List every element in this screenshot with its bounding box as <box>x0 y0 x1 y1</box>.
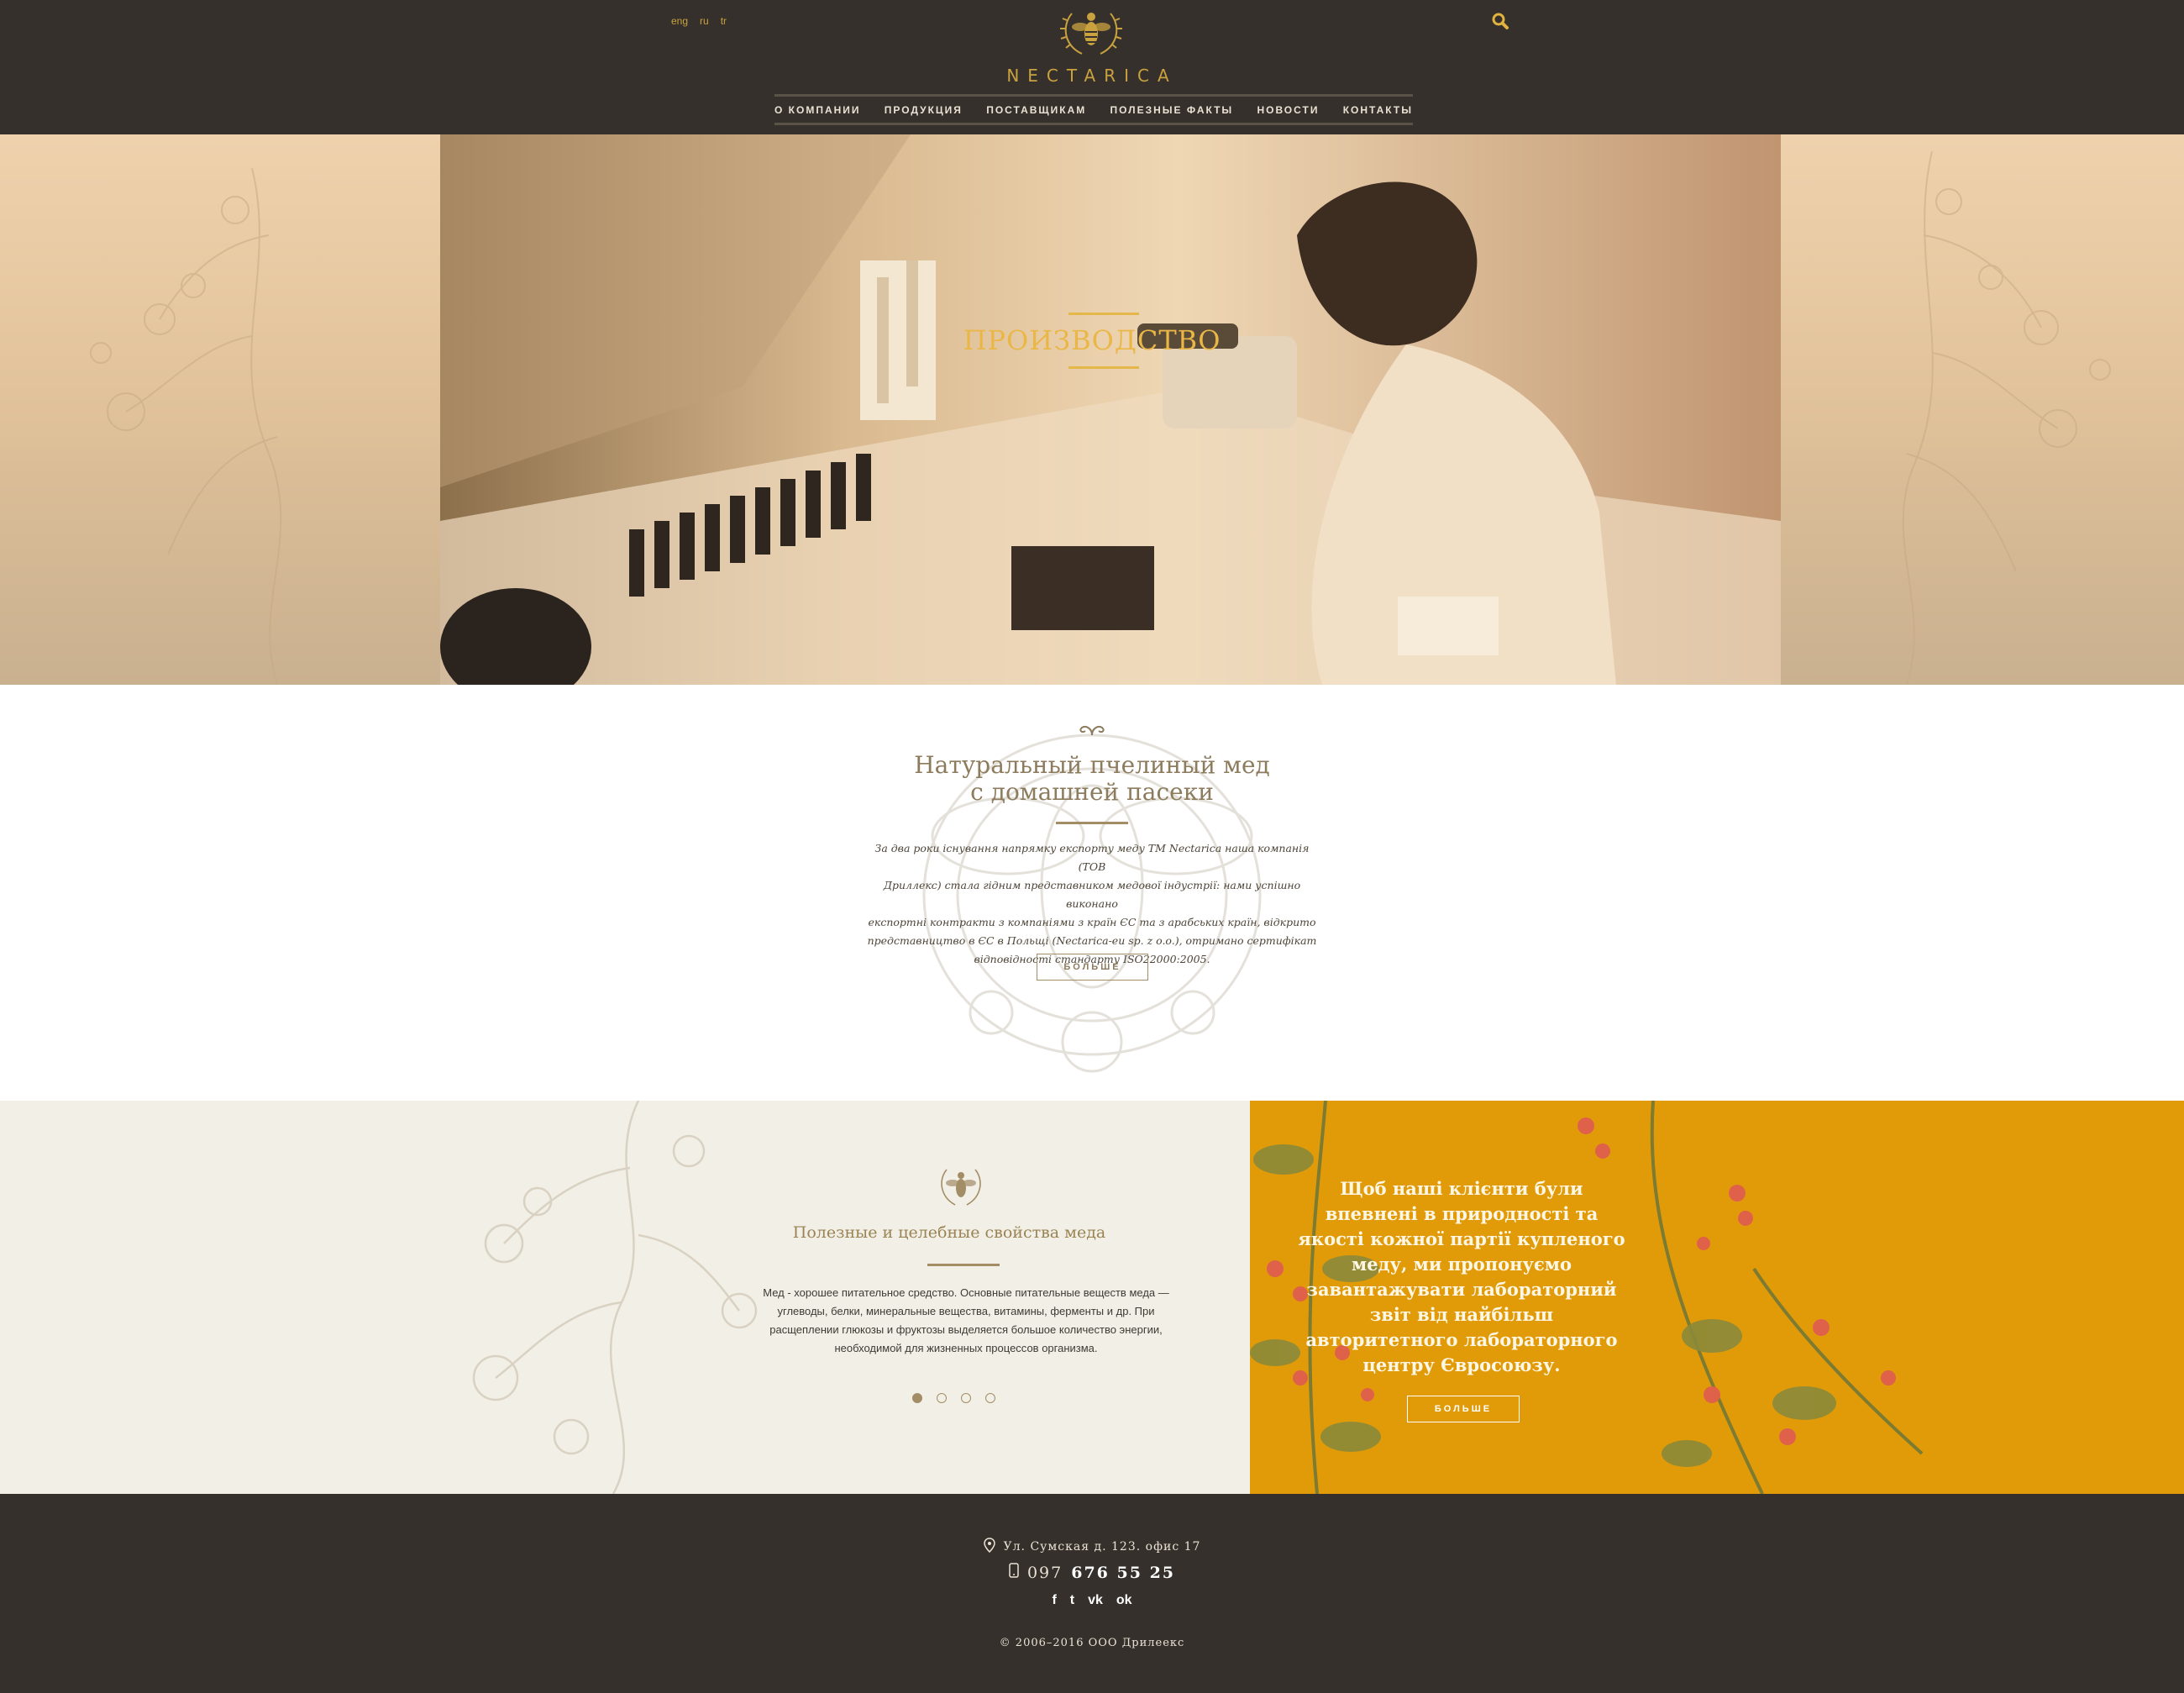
nav-item-news[interactable]: НОВОСТИ <box>1257 104 1319 116</box>
slider-dot-1[interactable] <box>912 1393 922 1403</box>
footer-phone-row: 097 676 55 25 <box>840 1563 1344 1582</box>
hero-title: ПРОИЗВОДСТВО <box>963 324 1221 356</box>
nav-divider-bottom <box>774 123 1413 125</box>
slider-dot-2[interactable] <box>937 1393 947 1403</box>
slider-dot-4[interactable] <box>985 1393 995 1403</box>
promo-text: Щоб наші клієнти були впевнені в природн… <box>1294 1176 1630 1378</box>
features-paragraph: Мед - хорошее питательное средство. Осно… <box>739 1284 1193 1358</box>
nav-item-facts[interactable]: ПОЛЕЗНЫЕ ФАКТЫ <box>1110 104 1234 116</box>
phone-icon <box>1009 1563 1019 1582</box>
footer-social-row: f t vk ok <box>840 1593 1344 1608</box>
footer-copyright: © 2006–2016 ООО Дрилеекс <box>999 1637 1185 1649</box>
intro-text-line: представництво в ЄС в Польщі (Nectarica-… <box>867 934 1317 947</box>
promo-text-line: центру Євросоюзу. <box>1362 1354 1561 1375</box>
language-switcher: eng ru tr <box>671 15 727 27</box>
bee-logo-icon[interactable] <box>1057 5 1126 60</box>
intro-title-line-1: Натуральный пчелиный мед <box>914 751 1270 779</box>
features-text-line: Мед - хорошее питательное средство. Осно… <box>763 1286 1169 1299</box>
features-section: Полезные и целебные свойства меда Мед - … <box>0 1101 1250 1494</box>
footer-copyright-row: © 2006–2016 ООО Дрилеекс <box>840 1637 1344 1649</box>
footer-phone-number[interactable]: 676 55 25 <box>1071 1564 1175 1582</box>
logo-text[interactable]: NECTARICA <box>966 66 1218 86</box>
intro-title-rule <box>1056 822 1128 824</box>
facebook-icon[interactable]: f <box>1052 1593 1056 1608</box>
intro-text-line: експортні контракти з компаніями з країн… <box>868 916 1316 928</box>
intro-section: Натуральный пчелиный мед с домашней пасе… <box>0 685 2184 1101</box>
odnoklassniki-icon[interactable]: ok <box>1116 1593 1132 1608</box>
nav-item-products[interactable]: ПРОДУКЦИЯ <box>885 104 963 116</box>
footer-address-row: Ул. Сумская д. 123. офис 17 <box>840 1538 1344 1556</box>
slider-pagination <box>912 1393 995 1403</box>
promo-text-line: меду, ми пропонуємо <box>1351 1254 1572 1275</box>
site-header: eng ru tr NECTARICA О КОМПАНИИ ПРОДУКЦИЯ… <box>0 0 2184 134</box>
vk-icon[interactable]: vk <box>1088 1593 1103 1608</box>
promo-text-line: впевнені в природності та <box>1325 1203 1599 1224</box>
footer-address: Ул. Сумская д. 123. офис 17 <box>1003 1540 1201 1554</box>
footer-phone-prefix: 097 <box>1026 1563 1063 1582</box>
main-nav: О КОМПАНИИ ПРОДУКЦИЯ ПОСТАВЩИКАМ ПОЛЕЗНЫ… <box>774 96 1413 124</box>
nav-item-suppliers[interactable]: ПОСТАВЩИКАМ <box>986 104 1086 116</box>
features-text-line: необходимой для жизненных процессов орга… <box>834 1342 1098 1354</box>
intro-more-button[interactable]: БОЛЬШЕ <box>1037 954 1148 981</box>
hero-banner: ПРОИЗВОДСТВО <box>0 134 2184 685</box>
features-text-line: углеводы, белки, минеральные вещества, в… <box>777 1305 1155 1317</box>
ornament-swirl-icon <box>1079 726 1105 736</box>
intro-paragraph: За два роки існування напрямку експорту … <box>865 839 1319 969</box>
location-pin-icon <box>983 1538 995 1556</box>
lang-ru[interactable]: ru <box>700 15 709 27</box>
slider-dot-3[interactable] <box>961 1393 971 1403</box>
intro-title: Натуральный пчелиный мед с домашней пасе… <box>840 752 1344 806</box>
lang-eng[interactable]: eng <box>671 15 688 27</box>
intro-title-line-2: с домашней пасеки <box>970 778 1214 806</box>
promo-text-line: авторитетного лабораторного <box>1305 1329 1618 1350</box>
promo-text-line: Щоб наші клієнти були <box>1340 1178 1583 1199</box>
intro-text-line: Дриллекс) стала гідним представником мед… <box>883 879 1301 910</box>
search-icon[interactable] <box>1491 12 1509 30</box>
hero-photo-laboratory <box>440 134 1781 685</box>
features-title-rule <box>927 1264 1000 1266</box>
intro-text-line: За два роки існування напрямку експорту … <box>874 842 1310 873</box>
lang-tr[interactable]: tr <box>721 15 727 27</box>
promo-more-button[interactable]: БОЛЬШЕ <box>1407 1396 1520 1422</box>
hero-title-rule-bottom <box>1068 366 1139 369</box>
bee-emblem-icon <box>941 1169 981 1206</box>
twitter-icon[interactable]: t <box>1070 1593 1074 1608</box>
features-title: Полезные и целебные свойства меда <box>792 1223 1106 1242</box>
nav-item-contacts[interactable]: КОНТАКТЫ <box>1343 104 1413 116</box>
nav-item-about[interactable]: О КОМПАНИИ <box>774 104 861 116</box>
site-footer: Ул. Сумская д. 123. офис 17 097 676 55 2… <box>0 1494 2184 1693</box>
promo-text-line: якості кожної партії купленого <box>1298 1228 1625 1249</box>
features-text-line: расщеплении глюкозы и фруктозы выделяетс… <box>769 1323 1163 1336</box>
promo-text-line: завантажувати лабораторний <box>1306 1279 1617 1300</box>
social-links: f t vk ok <box>1052 1593 1131 1608</box>
hero-title-rule-top <box>1068 313 1139 315</box>
promo-text-line: звіт від найбільш <box>1369 1304 1554 1325</box>
